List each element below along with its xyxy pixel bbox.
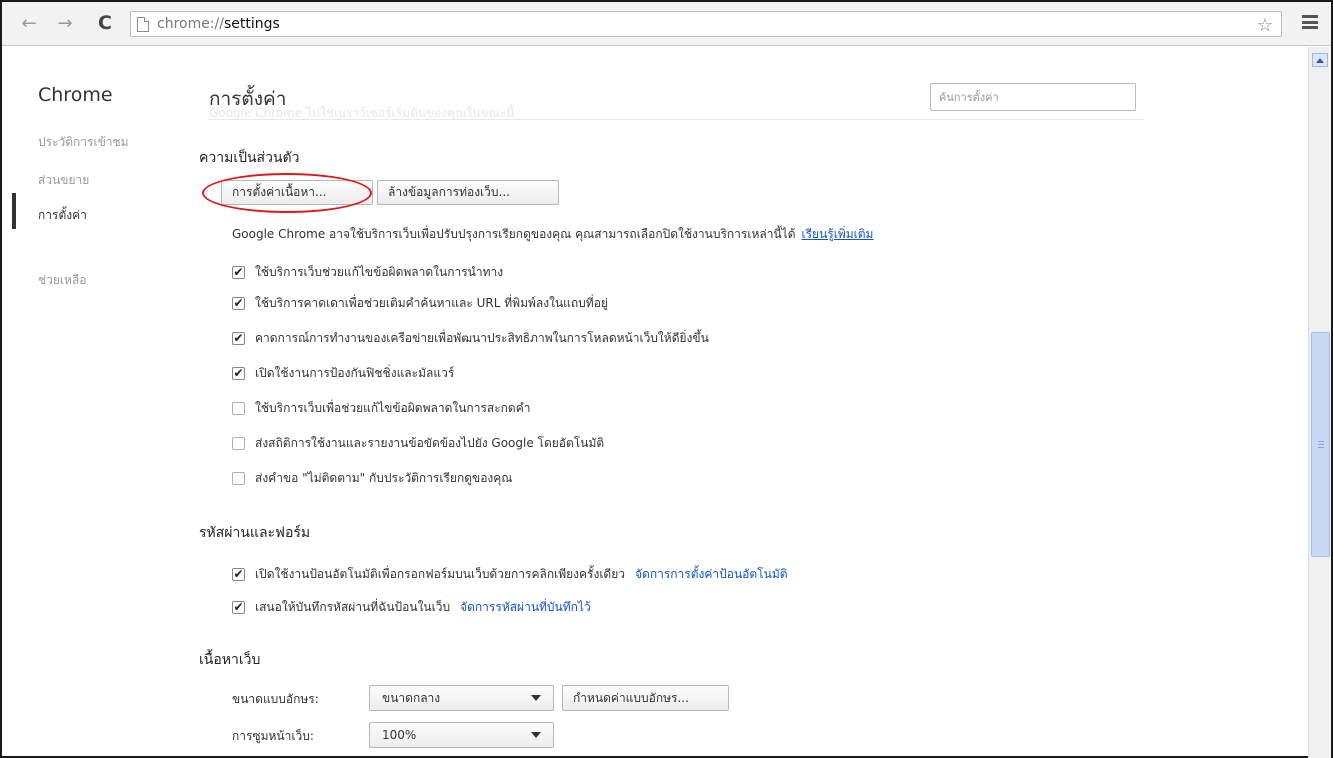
privacy-option-row[interactable]: ✔ ใช้บริการคาดเดาเพื่อช่วยเติมคำค้นหาและ …	[232, 294, 608, 312]
privacy-section-title: ความเป็นส่วนตัว	[199, 150, 300, 166]
bookmark-star-icon[interactable]: ☆	[1257, 15, 1273, 36]
passwords-option-row[interactable]: ✔ เปิดใช้งานป้อนอัตโนมัติเพื่อกรอกฟอร์มบน…	[232, 565, 788, 583]
vertical-scrollbar[interactable]	[1308, 47, 1331, 758]
page-zoom-select[interactable]: 100%	[369, 722, 554, 748]
privacy-option-row[interactable]: ใช้บริการเว็บเพื่อช่วยแก้ไขข้อผิดพลาดในก…	[232, 399, 530, 417]
checkbox-save-passwords[interactable]: ✔	[232, 600, 245, 614]
manage-autofill-link[interactable]: จัดการการตั้งค่าป้อนอัตโนมัติ	[635, 565, 788, 584]
sidebar-item-settings[interactable]: การตั้งค่า	[38, 206, 87, 225]
learn-more-link[interactable]: เรียนรู้เพิ่มเติม	[801, 227, 873, 241]
address-bar[interactable]: chrome://settings ☆	[130, 11, 1282, 37]
scroll-up-arrow-icon	[1316, 57, 1324, 63]
search-settings-input[interactable]	[930, 83, 1136, 111]
sidebar-active-indicator	[12, 193, 16, 229]
checkbox-phishing-protection[interactable]: ✔	[232, 366, 245, 380]
back-arrow-icon: ←	[21, 12, 37, 34]
settings-main: การตั้งค่า Google Chrome ไม่ใช่เบราว์เซอ…	[187, 47, 1307, 758]
default-browser-note: Google Chrome ไม่ใช่เบราว์เซอร์เริ่มต้นข…	[209, 106, 515, 120]
dropdown-arrow-icon	[531, 732, 541, 738]
back-button[interactable]: ←	[18, 12, 40, 34]
checkbox-spelling-service[interactable]	[232, 401, 245, 415]
address-url: chrome://settings	[157, 16, 280, 32]
checkbox-navigation-errors[interactable]: ✔	[232, 265, 245, 279]
privacy-option-row[interactable]: ✔ ใช้บริการเว็บช่วยแก้ไขข้อผิดพลาดในการนำ…	[232, 263, 503, 281]
font-size-label: ขนาดแบบอักษร:	[232, 692, 319, 706]
privacy-option-row[interactable]: ส่งสถิติการใช้งานและรายงานข้อขัดข้องไปยั…	[232, 434, 604, 452]
menu-hamburger-icon[interactable]	[1302, 15, 1318, 29]
web-content-section-title: เนื้อหาเว็บ	[199, 652, 261, 668]
privacy-description: Google Chrome อาจใช้บริการเว็บเพื่อปรับป…	[232, 227, 874, 241]
checkbox-autofill[interactable]: ✔	[232, 567, 245, 581]
page-zoom-label: การซูมหน้าเว็บ:	[232, 729, 314, 743]
scroll-up-button[interactable]	[1312, 53, 1328, 67]
sidebar-brand: Chrome	[38, 84, 113, 106]
browser-toolbar: ← → C chrome://settings ☆	[2, 2, 1331, 46]
forward-arrow-icon: →	[57, 12, 73, 34]
settings-sidebar: Chrome ประวัติการเข้าชม ส่วนขยาย การตั้ง…	[2, 47, 187, 758]
page-icon	[137, 16, 149, 32]
passwords-option-row[interactable]: ✔ เสนอให้บันทึกรหัสผ่านที่ฉันป้อนในเว็บ จั…	[232, 598, 591, 616]
sidebar-item-extensions[interactable]: ส่วนขยาย	[38, 171, 89, 190]
scrollbar-thumb[interactable]	[1311, 332, 1330, 557]
manage-passwords-link[interactable]: จัดการรหัสผ่านที่บันทึกไว้	[460, 598, 591, 617]
privacy-option-row[interactable]: ✔ คาดการณ์การทำงานของเครือข่ายเพื่อพัฒนาป…	[232, 329, 709, 347]
customize-fonts-button[interactable]: กำหนดค่าแบบอักษร...	[562, 685, 729, 711]
dropdown-arrow-icon	[531, 695, 541, 701]
privacy-option-row[interactable]: ส่งคำขอ "ไม่ติดตาม" กับประวัติการเรียกดู…	[232, 469, 512, 487]
checkbox-network-prediction[interactable]: ✔	[232, 331, 245, 345]
content-settings-button[interactable]: การตั้งค่าเนื้อหา...	[221, 180, 373, 205]
sidebar-item-history[interactable]: ประวัติการเข้าชม	[38, 133, 129, 152]
font-size-select[interactable]: ขนาดกลาง	[369, 685, 554, 711]
browser-window: ← → C chrome://settings ☆ Chrome ประวัติ…	[0, 0, 1333, 758]
checkbox-prediction-service[interactable]: ✔	[232, 296, 245, 310]
clear-browsing-data-button[interactable]: ล้างข้อมูลการท่องเว็บ...	[377, 180, 559, 205]
passwords-section-title: รหัสผ่านและฟอร์ม	[199, 525, 311, 541]
privacy-option-row[interactable]: ✔ เปิดใช้งานการป้องกันฟิชชิ่งและมัลแวร์	[232, 364, 454, 382]
sidebar-item-help[interactable]: ช่วยเหลือ	[38, 271, 87, 290]
header-divider	[209, 119, 1144, 120]
reload-button[interactable]: C	[94, 12, 116, 34]
reload-icon: C	[98, 12, 112, 34]
checkbox-do-not-track[interactable]	[232, 471, 245, 485]
checkbox-usage-statistics[interactable]	[232, 436, 245, 450]
scroll-grip-icon	[1318, 441, 1324, 448]
forward-button[interactable]: →	[54, 12, 76, 34]
